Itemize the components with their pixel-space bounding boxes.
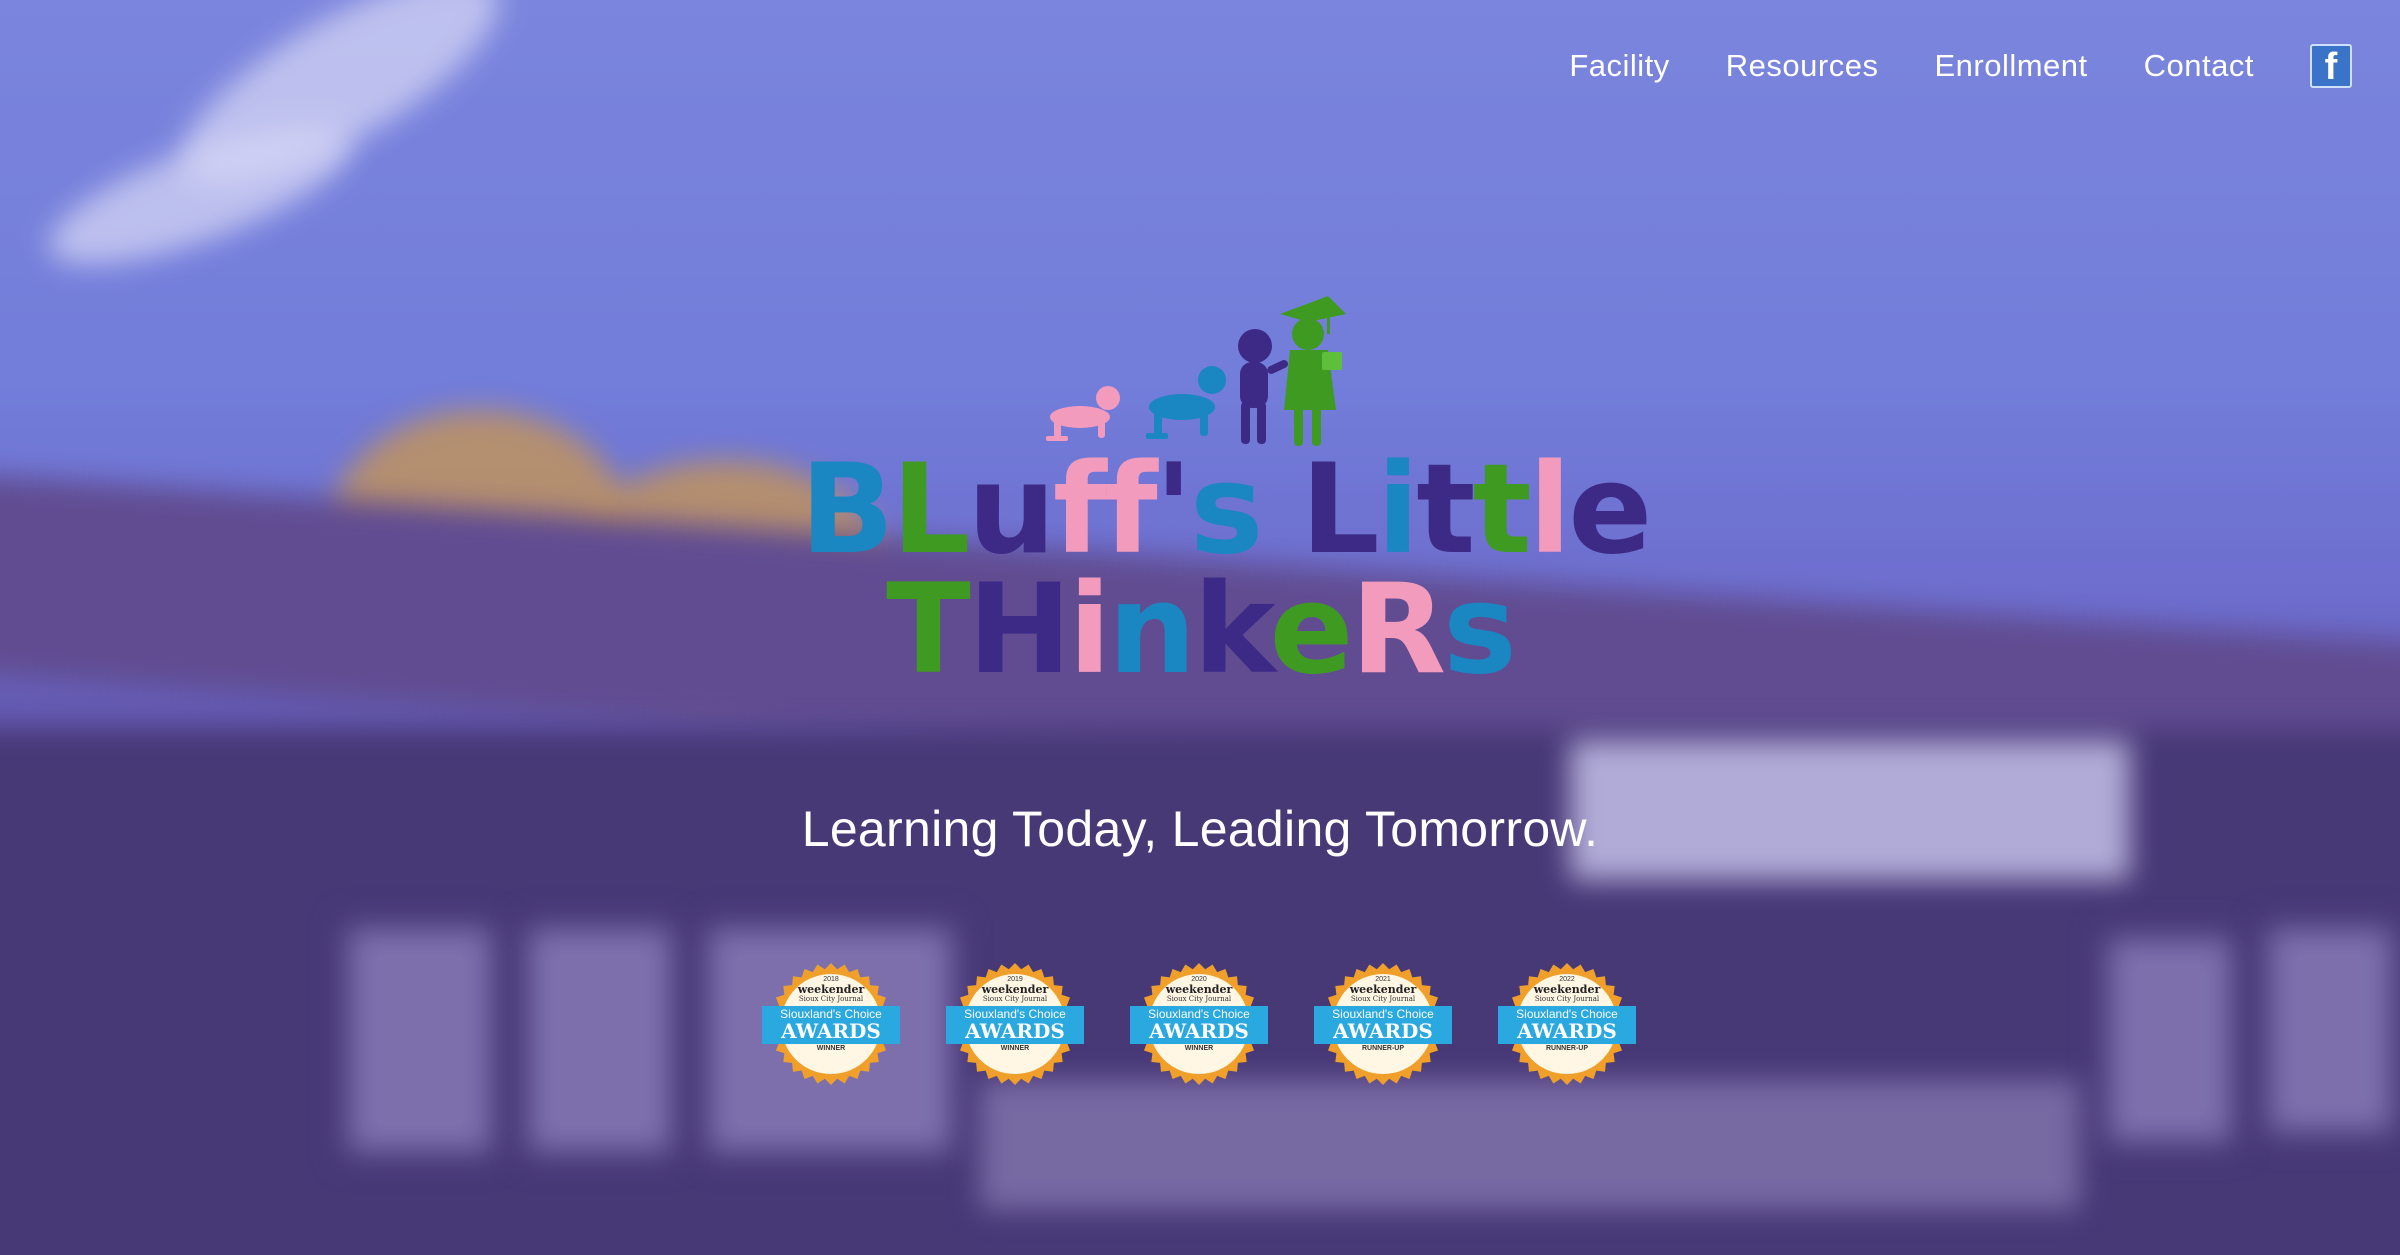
award-year: 2022 [1559, 976, 1575, 983]
logo-line-2: THinkeRs [800, 558, 1600, 702]
award-result: WINNER [1000, 1045, 1030, 1052]
logo-letter: R [1350, 558, 1447, 702]
logo-letter: e [1269, 558, 1353, 702]
award-publication: Sioux City Journal [798, 995, 864, 1003]
award-badge: 2020 weekender Sioux City Journal Siouxland… [1128, 962, 1270, 1086]
logo-silhouettes-icon [1046, 296, 1346, 446]
award-result: WINNER [1184, 1045, 1214, 1052]
award-publication: Sioux City Journal [1350, 995, 1416, 1003]
award-publication: Sioux City Journal [1166, 995, 1232, 1003]
award-year: 2018 [823, 976, 839, 983]
top-navigation: Facility Resources Enrollment Contact f [1569, 44, 2352, 88]
nav-link-resources[interactable]: Resources [1726, 48, 1879, 84]
walking-child-icon [1238, 329, 1289, 444]
hero-section: Facility Resources Enrollment Contact f [0, 0, 2400, 1255]
award-year: 2019 [1007, 976, 1023, 983]
facebook-glyph: f [2324, 46, 2338, 88]
award-title: AWARDS [1517, 1019, 1617, 1043]
logo-letter: n [1108, 558, 1196, 702]
award-badge: 2019 weekender Sioux City Journal Siouxland… [944, 962, 1086, 1086]
crawling-baby-icon [1046, 386, 1120, 441]
facebook-icon[interactable]: f [2310, 44, 2352, 88]
logo-letter: i [1068, 558, 1111, 702]
award-badge: 2021 weekender Sioux City Journal Siouxland… [1312, 962, 1454, 1086]
site-logo[interactable]: BLuff's Little THinkeRs [800, 290, 1652, 702]
logo-letter: T [886, 558, 971, 702]
logo-letter: H [967, 558, 1072, 702]
award-publication: Sioux City Journal [982, 995, 1048, 1003]
award-title: AWARDS [781, 1019, 881, 1043]
award-year: 2020 [1191, 976, 1207, 983]
award-title: AWARDS [1149, 1019, 1249, 1043]
logo-letter: k [1193, 558, 1272, 702]
nav-link-enrollment[interactable]: Enrollment [1934, 48, 2087, 84]
award-badge: 2022 weekender Sioux City Journal Siouxland… [1496, 962, 1638, 1086]
nav-link-facility[interactable]: Facility [1569, 48, 1669, 84]
crawling-toddler-icon [1146, 366, 1226, 439]
awards-row: 2018 weekender Sioux City Journal Siouxland… [760, 962, 1638, 1086]
award-result: RUNNER-UP [1362, 1045, 1404, 1052]
logo-letter: s [1443, 558, 1517, 702]
award-result: WINNER [816, 1045, 846, 1052]
award-title: AWARDS [965, 1019, 1065, 1043]
award-year: 2021 [1375, 976, 1391, 983]
award-publication: Sioux City Journal [1534, 995, 1600, 1003]
tagline: Learning Today, Leading Tomorrow. [801, 801, 1599, 857]
nav-link-contact[interactable]: Contact [2144, 48, 2254, 84]
award-title: AWARDS [1333, 1019, 1433, 1043]
award-badge: 2018 weekender Sioux City Journal Siouxland… [760, 962, 902, 1086]
award-result: RUNNER-UP [1546, 1045, 1588, 1052]
graduate-child-icon [1280, 296, 1346, 446]
